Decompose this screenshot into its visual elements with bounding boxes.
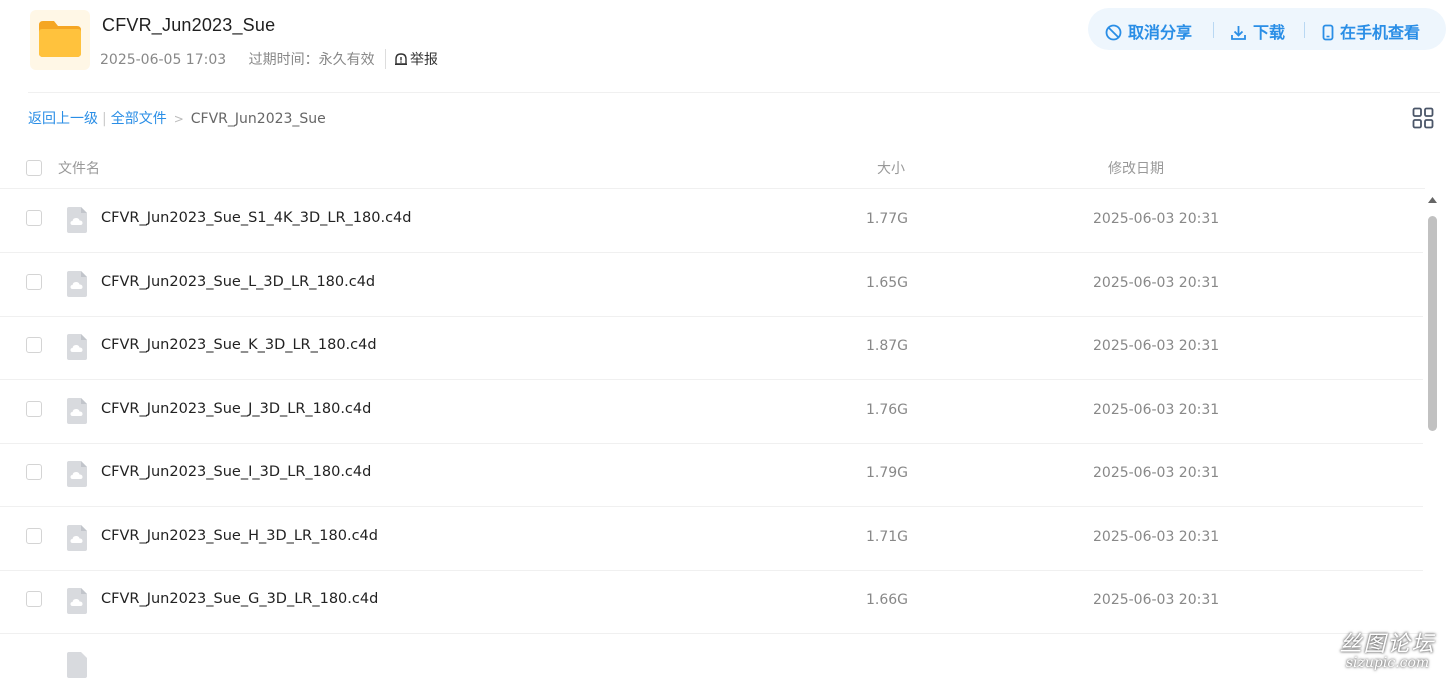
cancel-share-label: 取消分享 [1128, 23, 1193, 42]
cloud-file-icon [67, 652, 87, 678]
column-header-modified[interactable]: 修改日期 [1108, 158, 1164, 178]
share-header: CFVR_Jun2023_Sue 2025-06-05 17:03 过期时间：永… [0, 0, 1455, 92]
scroll-up-arrow-icon[interactable] [1427, 196, 1438, 204]
file-list: CFVR_Jun2023_Sue_S1_4K_3D_LR_180.c4d 1.77… [0, 189, 1423, 682]
table-row[interactable]: CFVR_Jun2023_Sue_G_3D_LR_180.c4d 1.66G 202… [0, 570, 1423, 634]
grid-view-icon [1412, 107, 1434, 129]
share-expiry: 过期时间：永久有效 [248, 52, 375, 68]
report-link[interactable]: 举报 [385, 49, 438, 69]
folder-icon [30, 10, 90, 70]
file-size: 1.77G [866, 211, 909, 227]
share-meta: 2025-06-05 17:03 过期时间：永久有效 [100, 49, 393, 69]
file-modified-date: 2025-06-03 20:31 [1093, 402, 1220, 418]
breadcrumb-back-link[interactable]: 返回上一级 [28, 111, 98, 127]
file-name[interactable]: CFVR_Jun2023_Sue_K_3D_LR_180.c4d [101, 337, 377, 353]
action-divider [1304, 22, 1305, 38]
file-modified-date: 2025-06-03 20:31 [1093, 529, 1220, 545]
ban-icon [1105, 24, 1122, 41]
cloud-file-icon [67, 271, 87, 297]
file-size: 1.87G [866, 338, 909, 354]
cloud-file-icon [67, 207, 87, 233]
file-name[interactable]: CFVR_Jun2023_Sue_G_3D_LR_180.c4d [101, 591, 378, 607]
table-row[interactable]: CFVR_Jun2023_Sue_J_3D_LR_180.c4d 1.76G 202… [0, 380, 1423, 444]
file-modified-date: 2025-06-03 20:31 [1093, 338, 1220, 354]
watermark-logo-text: 丝图论坛 [1339, 632, 1436, 657]
table-row[interactable]: CFVR_Jun2023_Sue_S1_4K_3D_LR_180.c4d 1.77… [0, 189, 1423, 253]
table-row[interactable]: CFVR_Jun2023_Sue_K_3D_LR_180.c4d 1.87G 202… [0, 316, 1423, 380]
header-divider [28, 92, 1440, 93]
download-icon [1231, 26, 1246, 40]
column-header-size[interactable]: 大小 [877, 158, 905, 178]
grid-view-toggle[interactable] [1412, 107, 1434, 133]
breadcrumb-current: CFVR_Jun2023_Sue [190, 111, 326, 127]
file-modified-date: 2025-06-03 20:31 [1093, 465, 1220, 481]
table-row[interactable]: CFVR_Jun2023_Sue_L_3D_LR_180.c4d 1.65G 202… [0, 253, 1423, 317]
breadcrumb-all-files-link[interactable]: 全部文件 [111, 111, 167, 127]
page-title: CFVR_Jun2023_Sue [102, 15, 276, 35]
file-size: 1.79G [866, 465, 909, 481]
cloud-file-icon [67, 398, 87, 424]
cloud-file-icon [67, 461, 87, 487]
row-checkbox[interactable] [26, 464, 42, 480]
action-divider [1213, 22, 1214, 38]
row-checkbox[interactable] [26, 591, 42, 607]
view-on-phone-label: 在手机查看 [1340, 23, 1421, 42]
file-modified-date: 2025-06-03 20:31 [1093, 211, 1220, 227]
table-row[interactable]: CFVR_Jun2023_Sue_H_3D_LR_180.c4d 1.71G 202… [0, 507, 1423, 571]
row-checkbox[interactable] [26, 210, 42, 226]
row-checkbox[interactable] [26, 528, 42, 544]
file-name[interactable]: CFVR_Jun2023_Sue_S1_4K_3D_LR_180.c4d [101, 210, 411, 226]
row-checkbox[interactable] [26, 337, 42, 353]
watermark: 丝图论坛 sizupic.com [1325, 626, 1450, 671]
cloud-file-icon [67, 588, 87, 614]
download-button[interactable]: 下载 [1230, 19, 1285, 43]
chevron-right-icon: > [173, 112, 184, 126]
file-size: 1.66G [866, 592, 909, 608]
file-modified-date: 2025-06-03 20:31 [1093, 275, 1220, 291]
report-label: 举报 [410, 52, 438, 68]
share-date: 2025-06-05 17:03 [100, 52, 227, 68]
file-name[interactable]: CFVR_Jun2023_Sue_L_3D_LR_180.c4d [101, 274, 375, 290]
column-header-name[interactable]: 文件名 [58, 158, 100, 178]
file-size: 1.76G [866, 402, 909, 418]
cancel-share-button[interactable]: 取消分享 [1105, 19, 1192, 43]
row-checkbox[interactable] [26, 274, 42, 290]
table-row-partial[interactable] [0, 634, 1423, 682]
scrollbar-thumb[interactable] [1428, 216, 1437, 431]
row-checkbox[interactable] [26, 401, 42, 417]
table-row[interactable]: CFVR_Jun2023_Sue_I_3D_LR_180.c4d 1.79G 202… [0, 443, 1423, 507]
phone-icon [1322, 24, 1334, 41]
cloud-file-icon [67, 525, 87, 551]
select-all-checkbox[interactable] [26, 160, 42, 176]
file-name[interactable]: CFVR_Jun2023_Sue_J_3D_LR_180.c4d [101, 401, 371, 417]
cloud-file-icon [67, 334, 87, 360]
file-modified-date: 2025-06-03 20:31 [1093, 592, 1220, 608]
file-size: 1.65G [866, 275, 909, 291]
share-action-bar: 取消分享 下载 在手机查看 [1088, 8, 1446, 50]
file-name[interactable]: CFVR_Jun2023_Sue_I_3D_LR_180.c4d [101, 464, 371, 480]
download-label: 下载 [1253, 23, 1286, 42]
file-name[interactable]: CFVR_Jun2023_Sue_H_3D_LR_180.c4d [101, 528, 378, 544]
breadcrumb: 返回上一级 | 全部文件 > CFVR_Jun2023_Sue [28, 108, 326, 128]
breadcrumb-separator: | [102, 111, 107, 127]
file-table-header: 文件名 大小 修改日期 [0, 145, 1425, 189]
view-on-phone-button[interactable]: 在手机查看 [1322, 19, 1420, 43]
file-size: 1.71G [866, 529, 909, 545]
warning-bell-icon [395, 53, 407, 66]
